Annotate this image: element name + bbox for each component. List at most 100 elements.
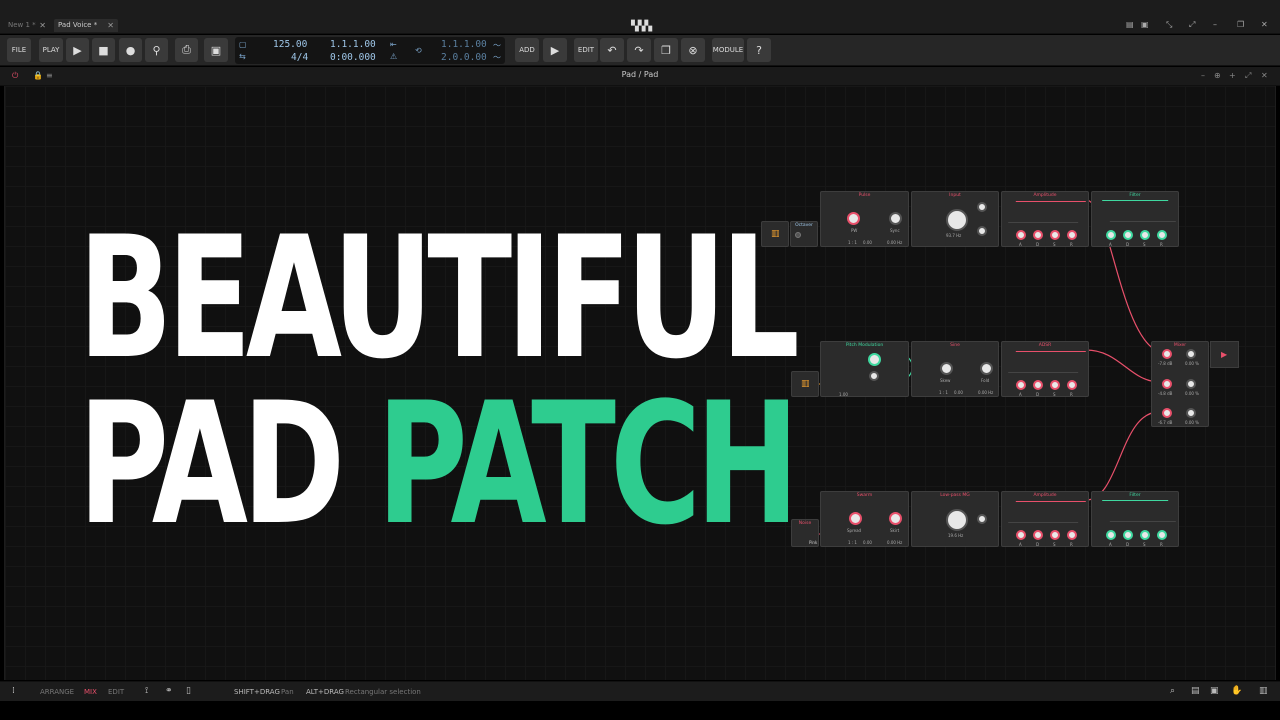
undo-icon[interactable]: ↶ xyxy=(600,38,624,62)
attack-knob[interactable] xyxy=(1106,530,1116,540)
release-knob[interactable] xyxy=(1067,230,1077,240)
decay-knob[interactable] xyxy=(1123,230,1133,240)
attack-knob[interactable] xyxy=(1016,380,1026,390)
panel-icon[interactable]: ▯ xyxy=(186,686,191,696)
punch-in-icon[interactable]: ⇤ xyxy=(390,40,397,49)
sync-knob[interactable] xyxy=(889,212,902,225)
pulse-module[interactable]: Pulse PW Sync 1 : 1 0.00 0.00 Hz xyxy=(820,191,909,247)
resonance-knob[interactable] xyxy=(977,514,987,524)
curve-icon[interactable]: ⟟ xyxy=(145,686,148,696)
delete-icon[interactable]: ⊗ xyxy=(681,38,705,62)
close-window-icon[interactable]: ✕ xyxy=(1261,20,1268,29)
shrink-icon[interactable]: ⤡ xyxy=(1166,20,1172,30)
position-time[interactable]: 0:00.000 xyxy=(330,52,376,63)
fold-knob[interactable] xyxy=(980,362,993,375)
zoom-icon[interactable]: ⊕ xyxy=(1214,71,1221,80)
attack-knob[interactable] xyxy=(1106,230,1116,240)
sustain-knob[interactable] xyxy=(1140,230,1150,240)
copy-icon[interactable]: ❐ xyxy=(654,38,678,62)
mixer-module[interactable]: Mixer -7.8 dB 0.00 % -4.8 dB 0.00 % -6.7… xyxy=(1151,341,1209,427)
tempo-icon[interactable]: ▢ xyxy=(239,40,247,49)
filter-module-1[interactable]: Filter A D S R xyxy=(1091,191,1179,247)
release-knob[interactable] xyxy=(1067,530,1077,540)
minimize-panel-icon[interactable]: – xyxy=(1201,71,1205,80)
swarm-module[interactable]: Swarm Spread Skirt 1 : 1 0.00 0.00 Hz xyxy=(820,491,909,547)
device-icon[interactable]: ▣ xyxy=(1210,686,1219,696)
decay-knob[interactable] xyxy=(1123,530,1133,540)
piano-icon[interactable]: ▥ xyxy=(1259,686,1268,696)
file-button[interactable]: FILE xyxy=(7,38,31,62)
automation-icon[interactable]: ⚲ xyxy=(145,38,168,62)
note-source-1[interactable]: ▥ xyxy=(761,221,789,247)
envelope-graph[interactable] xyxy=(1007,501,1087,523)
wave-icon[interactable]: 〜 xyxy=(493,52,501,63)
envelope-graph[interactable] xyxy=(1007,201,1087,223)
metronome-icon[interactable]: ⎙ xyxy=(175,38,198,62)
low-pass-module[interactable]: Low-pass MG 19.6 Hz xyxy=(911,491,999,547)
close-panel-icon[interactable]: ✕ xyxy=(1261,71,1268,80)
expand-icon[interactable]: ⤢ xyxy=(1189,20,1195,30)
layout-icon[interactable]: ▣ xyxy=(1141,20,1149,29)
decay-knob[interactable] xyxy=(1033,230,1043,240)
sustain-knob[interactable] xyxy=(1050,530,1060,540)
tab-pad-voice[interactable]: Pad Voice * ✕ xyxy=(54,19,118,32)
decay-knob[interactable] xyxy=(1033,530,1043,540)
attack-knob[interactable] xyxy=(1016,530,1026,540)
noise-type[interactable]: Pink xyxy=(809,540,817,545)
amplitude-module-3[interactable]: Amplitude A D S R xyxy=(1001,491,1089,547)
filter-module-3[interactable]: Filter A D S R xyxy=(1091,491,1179,547)
amplitude-module-1[interactable]: Amplitude A D S R xyxy=(1001,191,1089,247)
mod-knob[interactable] xyxy=(869,371,879,381)
gain-knob[interactable] xyxy=(1162,379,1172,389)
audio-output[interactable]: ▶ xyxy=(1210,341,1239,368)
gain-knob[interactable] xyxy=(1162,408,1172,418)
help-icon[interactable]: ? xyxy=(747,38,771,62)
minimize-icon[interactable]: – xyxy=(1213,20,1217,29)
gain-knob[interactable] xyxy=(1162,349,1172,359)
envelope-graph[interactable] xyxy=(1007,351,1087,373)
mix-view-button[interactable]: MIX xyxy=(84,688,97,696)
skirt-knob[interactable] xyxy=(889,512,902,525)
mod-knob[interactable] xyxy=(868,353,881,366)
pan-knob[interactable] xyxy=(1186,379,1196,389)
amount-knob[interactable] xyxy=(977,226,987,236)
pitch-modulation-module[interactable]: Pitch Modulation 1.00 xyxy=(820,341,909,397)
sustain-knob[interactable] xyxy=(1050,230,1060,240)
edit-button[interactable]: EDIT xyxy=(574,38,598,62)
release-knob[interactable] xyxy=(1067,380,1077,390)
freq-knob[interactable] xyxy=(946,209,968,231)
loop-icon[interactable]: ⟲ xyxy=(415,46,422,55)
restore-icon[interactable]: ❐ xyxy=(1237,20,1244,29)
envelope-graph[interactable] xyxy=(1101,500,1177,522)
octaver-module[interactable]: Octaver xyxy=(790,221,818,247)
input-module[interactable]: Input 93.7 Hz xyxy=(911,191,999,247)
redo-icon[interactable]: ↷ xyxy=(627,38,651,62)
cutoff-knob[interactable] xyxy=(946,509,968,531)
keyboard-icon[interactable]: ▤ xyxy=(1126,20,1134,29)
sine-module[interactable]: Sine Skew Fold 1 : 1 0.00 0.00 Hz xyxy=(911,341,999,397)
tempo-value[interactable]: 125.00 xyxy=(273,39,307,50)
overdub-icon[interactable]: ▣ xyxy=(204,38,228,62)
add-button[interactable]: ADD xyxy=(515,38,539,62)
pan-knob[interactable] xyxy=(1186,349,1196,359)
pan-knob[interactable] xyxy=(1186,408,1196,418)
loop-length[interactable]: 2.0.0.00 xyxy=(441,52,487,63)
add-icon[interactable]: + xyxy=(1229,71,1236,80)
release-knob[interactable] xyxy=(1157,230,1167,240)
arrange-view-button[interactable]: ARRANGE xyxy=(40,688,74,696)
loop-start[interactable]: 1.1.1.00 xyxy=(441,39,487,50)
play-menu-button[interactable]: PLAY xyxy=(39,38,63,62)
record-icon[interactable]: ● xyxy=(119,38,142,62)
close-icon[interactable]: ✕ xyxy=(39,19,46,32)
position-bars[interactable]: 1.1.1.00 xyxy=(330,39,376,50)
tab-new-1[interactable]: New 1 * ✕ xyxy=(4,19,50,32)
sustain-knob[interactable] xyxy=(1140,530,1150,540)
file-icon[interactable]: ▤ xyxy=(1191,686,1200,696)
search-icon[interactable]: ⌕ xyxy=(1170,686,1175,696)
pw-knob[interactable] xyxy=(847,212,860,225)
spread-knob[interactable] xyxy=(849,512,862,525)
info-icon[interactable]: ⁞ xyxy=(12,686,15,696)
hand-icon[interactable]: ✋ xyxy=(1231,686,1242,696)
edit-view-button[interactable]: EDIT xyxy=(108,688,124,696)
cursor-icon[interactable]: ▶ xyxy=(543,38,567,62)
